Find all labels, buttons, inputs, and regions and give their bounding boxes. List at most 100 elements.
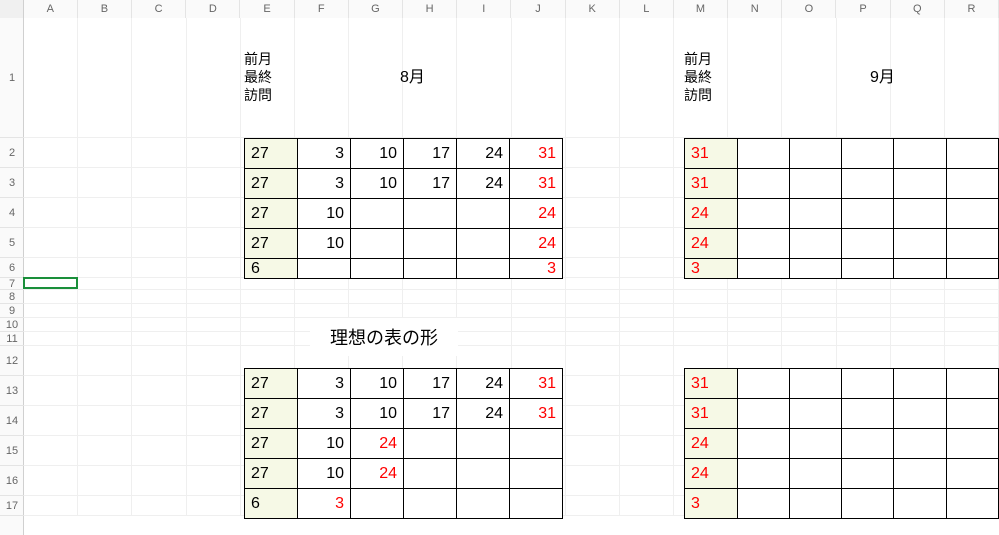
- table-cell[interactable]: [842, 369, 894, 399]
- cell-D3[interactable]: [187, 168, 241, 198]
- cell-A13[interactable]: [24, 376, 78, 406]
- table-cell[interactable]: [842, 399, 894, 429]
- cell-I1[interactable]: [457, 18, 511, 138]
- cell-A7[interactable]: [24, 278, 78, 290]
- cell-N10[interactable]: [728, 318, 782, 332]
- table-cell[interactable]: [351, 489, 404, 519]
- row-header-11[interactable]: 11: [0, 332, 24, 346]
- col-header-B[interactable]: B: [78, 0, 132, 18]
- cell-D13[interactable]: [187, 376, 241, 406]
- table-cell[interactable]: [457, 459, 510, 489]
- table-cell[interactable]: 10: [351, 139, 404, 169]
- cell-M7[interactable]: [674, 278, 728, 290]
- table-cell[interactable]: [842, 429, 894, 459]
- cell-K11[interactable]: [566, 332, 620, 346]
- cell-D17[interactable]: [187, 496, 241, 516]
- table-cell[interactable]: [737, 489, 789, 519]
- table-cell[interactable]: [404, 199, 457, 229]
- cell-P7[interactable]: [837, 278, 891, 290]
- table-cell[interactable]: [842, 139, 894, 169]
- cell-C8[interactable]: [132, 290, 186, 304]
- table-cell-prev[interactable]: 27: [245, 169, 298, 199]
- table-cell-prev[interactable]: 24: [685, 429, 738, 459]
- cell-K5[interactable]: [566, 228, 620, 258]
- table-cell[interactable]: 24: [351, 429, 404, 459]
- cell-Q10[interactable]: [891, 318, 945, 332]
- cell-O9[interactable]: [782, 304, 836, 318]
- table-cell[interactable]: [737, 399, 789, 429]
- col-header-N[interactable]: N: [728, 0, 782, 18]
- table-cell[interactable]: [842, 459, 894, 489]
- cell-D14[interactable]: [187, 406, 241, 436]
- cell-A9[interactable]: [24, 304, 78, 318]
- cell-E7[interactable]: [241, 278, 295, 290]
- table-cell[interactable]: [457, 489, 510, 519]
- col-header-G[interactable]: G: [349, 0, 403, 18]
- cell-A8[interactable]: [24, 290, 78, 304]
- cell-L10[interactable]: [620, 318, 674, 332]
- table-cell-prev[interactable]: 3: [685, 489, 738, 519]
- cell-L3[interactable]: [620, 168, 674, 198]
- cell-A4[interactable]: [24, 198, 78, 228]
- table-cell[interactable]: [404, 459, 457, 489]
- table-cell[interactable]: 24: [457, 369, 510, 399]
- cell-B4[interactable]: [78, 198, 132, 228]
- cell-H7[interactable]: [403, 278, 457, 290]
- cell-D10[interactable]: [187, 318, 241, 332]
- cell-D12[interactable]: [187, 346, 241, 376]
- table-cell[interactable]: 24: [510, 229, 563, 259]
- table-cell[interactable]: [946, 429, 998, 459]
- table-cell[interactable]: 3: [298, 369, 351, 399]
- col-header-I[interactable]: I: [457, 0, 511, 18]
- cell-K9[interactable]: [566, 304, 620, 318]
- cell-D1[interactable]: [187, 18, 241, 138]
- table-cell[interactable]: [946, 489, 998, 519]
- table-cell[interactable]: 3: [510, 259, 563, 279]
- table-cell[interactable]: [789, 489, 841, 519]
- table-cell-prev[interactable]: 24: [685, 229, 738, 259]
- cell-L7[interactable]: [620, 278, 674, 290]
- table-cell[interactable]: [842, 199, 894, 229]
- select-all-corner[interactable]: [0, 0, 24, 18]
- cell-B14[interactable]: [78, 406, 132, 436]
- cell-G7[interactable]: [349, 278, 403, 290]
- cell-F9[interactable]: [295, 304, 349, 318]
- table-cell[interactable]: [737, 259, 789, 279]
- col-header-E[interactable]: E: [240, 0, 294, 18]
- table-cell[interactable]: [946, 199, 998, 229]
- row-header-4[interactable]: 4: [0, 198, 24, 228]
- cell-B6[interactable]: [78, 258, 132, 278]
- table-cell[interactable]: [457, 259, 510, 279]
- table-cell[interactable]: 31: [510, 139, 563, 169]
- cell-A17[interactable]: [24, 496, 78, 516]
- cell-C10[interactable]: [132, 318, 186, 332]
- cell-M11[interactable]: [674, 332, 728, 346]
- table-cell-prev[interactable]: 31: [685, 139, 738, 169]
- cell-C1[interactable]: [132, 18, 186, 138]
- cell-Q9[interactable]: [891, 304, 945, 318]
- table-cell[interactable]: [737, 369, 789, 399]
- cell-K10[interactable]: [566, 318, 620, 332]
- cell-Q8[interactable]: [891, 290, 945, 304]
- col-header-K[interactable]: K: [566, 0, 620, 18]
- row-header-13[interactable]: 13: [0, 376, 24, 406]
- cell-B1[interactable]: [78, 18, 132, 138]
- cell-J11[interactable]: [512, 332, 566, 346]
- col-header-C[interactable]: C: [132, 0, 186, 18]
- cell-D11[interactable]: [187, 332, 241, 346]
- cell-K15[interactable]: [566, 436, 620, 466]
- table-cell[interactable]: [737, 459, 789, 489]
- cell-I11[interactable]: [457, 332, 511, 346]
- cell-A16[interactable]: [24, 466, 78, 496]
- cell-Q1[interactable]: [891, 18, 945, 138]
- cell-G9[interactable]: [349, 304, 403, 318]
- table-cell[interactable]: [457, 429, 510, 459]
- table-cell[interactable]: [789, 459, 841, 489]
- cell-P10[interactable]: [837, 318, 891, 332]
- table-cell[interactable]: [789, 399, 841, 429]
- cell-D6[interactable]: [187, 258, 241, 278]
- table-cell[interactable]: [457, 199, 510, 229]
- cell-A6[interactable]: [24, 258, 78, 278]
- cell-R1[interactable]: [945, 18, 999, 138]
- col-header-F[interactable]: F: [295, 0, 349, 18]
